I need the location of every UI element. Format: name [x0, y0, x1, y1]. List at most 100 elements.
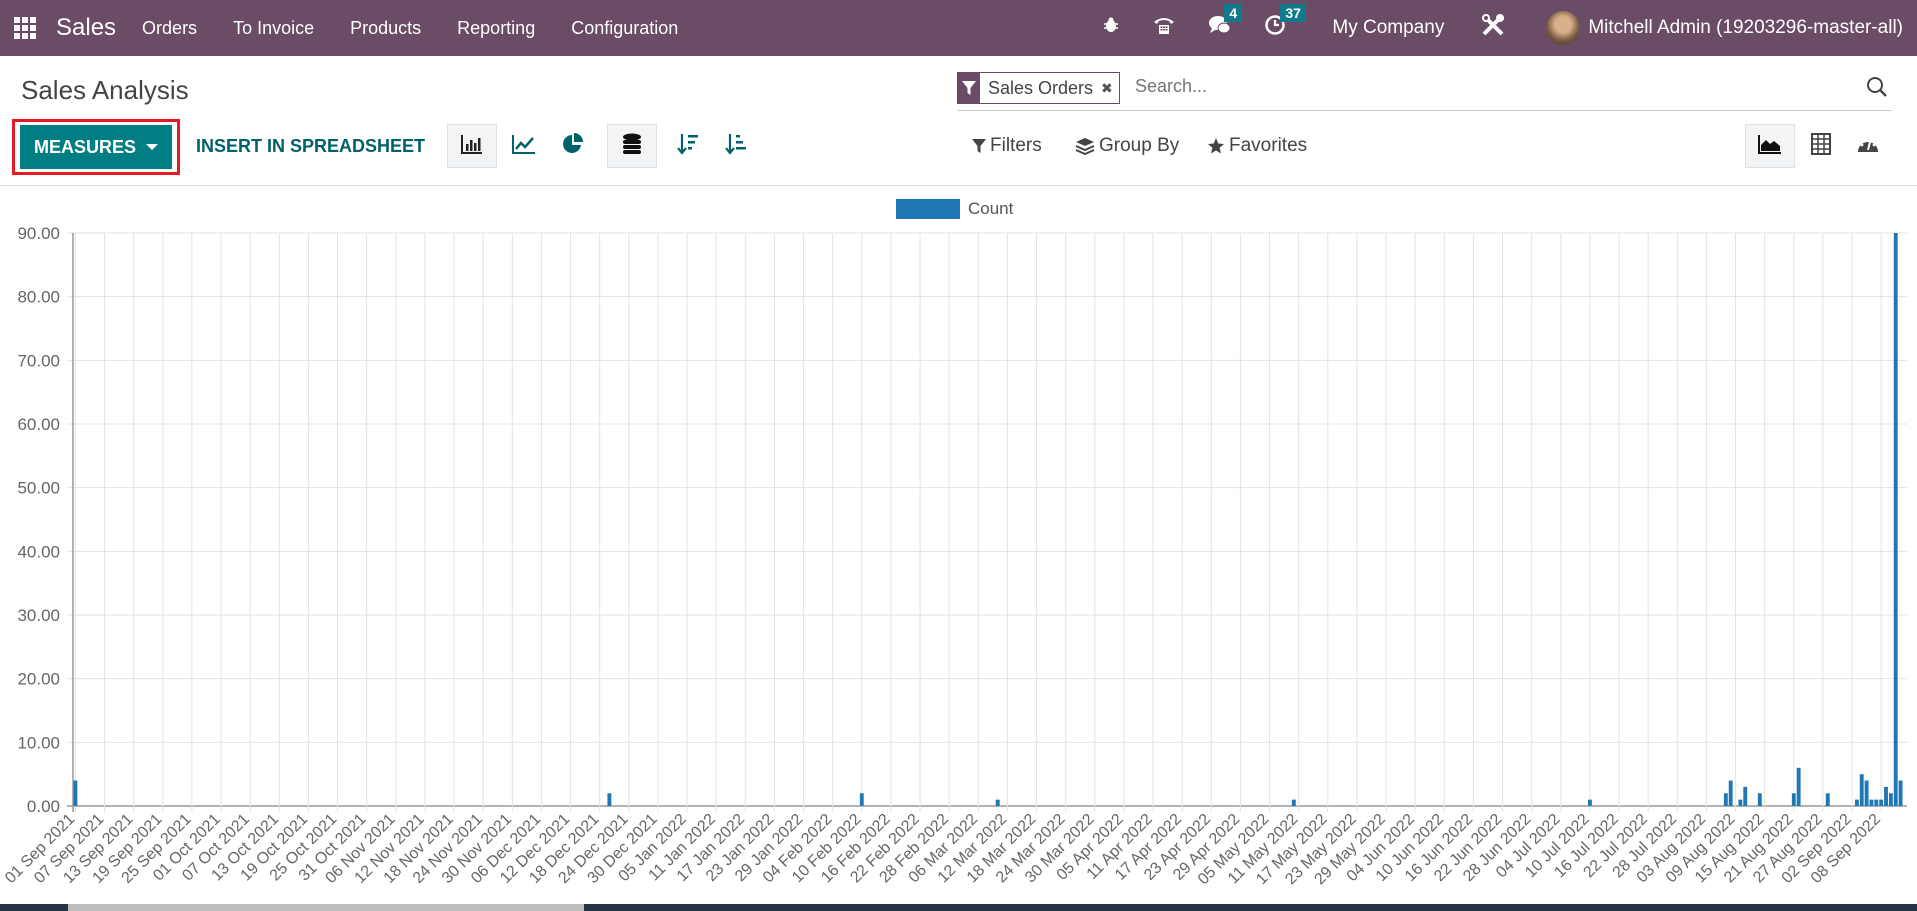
- favorites-label: Favorites: [1229, 135, 1308, 156]
- measures-label: MEASURES: [33, 136, 136, 157]
- bar: [607, 793, 612, 806]
- y-axis: 0.00 10.00 20.00 30.00 40.00 50.00 60.00 70.00 8…: [17, 224, 74, 816]
- bar: [73, 780, 78, 806]
- bar: [1888, 793, 1893, 806]
- group-by-label: Group By: [1099, 135, 1180, 156]
- y-tick-label: 90.00: [17, 224, 60, 243]
- bar: [1291, 799, 1296, 806]
- filters-label: Filters: [990, 135, 1042, 156]
- activities-count-badge: 37: [1280, 4, 1306, 22]
- menu-configuration[interactable]: Configuration: [571, 18, 678, 39]
- search-facet: Sales Orders ✖: [957, 72, 1120, 104]
- bar: [1884, 786, 1888, 806]
- line-chart-icon: [512, 134, 536, 159]
- bar: [1893, 233, 1898, 806]
- y-tick-label: 0.00: [27, 797, 60, 816]
- bar: [1791, 793, 1796, 806]
- pivot-view-button[interactable]: [1796, 124, 1846, 168]
- company-switcher[interactable]: My Company: [1332, 17, 1444, 39]
- y-tick-label: 10.00: [17, 733, 60, 752]
- dashboard-gauge-icon: [1856, 134, 1880, 159]
- chart-grid: [67, 232, 1907, 812]
- database-stack-icon: [622, 133, 642, 160]
- bar: [1728, 780, 1733, 806]
- control-panel-divider: [0, 185, 1917, 186]
- chart-legend[interactable]: Count: [896, 199, 1013, 219]
- y-tick-label: 20.00: [17, 670, 60, 689]
- bar-chart: 0.00 10.00 20.00 30.00 40.00 50.00 60.00 70.00 8…: [2, 224, 1907, 889]
- search-bar: Sales Orders ✖: [957, 72, 1892, 111]
- bar: [1723, 793, 1728, 806]
- star-icon: [1208, 138, 1224, 154]
- y-tick-label: 50.00: [17, 479, 60, 498]
- apps-menu-icon[interactable]: [14, 17, 36, 39]
- user-avatar[interactable]: [1546, 11, 1581, 45]
- y-tick-label: 70.00: [17, 351, 60, 370]
- y-tick-label: 40.00: [17, 542, 60, 561]
- line-chart-button[interactable]: [499, 124, 549, 168]
- phone-icon[interactable]: [1152, 14, 1176, 42]
- filter-icon: [958, 73, 980, 103]
- filter-icon: [972, 139, 986, 153]
- page-title: Sales Analysis: [21, 75, 189, 105]
- bar: [1757, 793, 1762, 806]
- bar: [1869, 799, 1874, 806]
- menu-orders[interactable]: Orders: [142, 18, 197, 39]
- bar: [1587, 799, 1592, 806]
- messages-icon[interactable]: 4: [1208, 4, 1243, 42]
- bar: [1796, 767, 1801, 806]
- sort-ascending-icon: [725, 133, 747, 160]
- menu-products[interactable]: Products: [350, 18, 421, 39]
- y-tick-label: 80.00: [17, 288, 60, 307]
- sort-descending-icon: [677, 133, 699, 160]
- menu-to-invoice[interactable]: To Invoice: [233, 18, 314, 39]
- x-axis: 01 Sep 202107 Sep 202113 Sep 202119 Sep …: [2, 811, 1884, 889]
- insert-in-spreadsheet-button[interactable]: INSERT IN SPREADSHEET: [196, 136, 425, 157]
- scrollbar-thumb[interactable]: [68, 904, 584, 911]
- app-name[interactable]: Sales: [56, 14, 116, 42]
- bar: [1898, 780, 1903, 806]
- user-menu[interactable]: Mitchell Admin (19203296-master-all): [1588, 17, 1903, 39]
- y-tick-label: 60.00: [17, 415, 60, 434]
- debug-bug-icon[interactable]: [1102, 16, 1120, 40]
- stacked-button[interactable]: [607, 124, 657, 168]
- pie-chart-button[interactable]: [548, 124, 598, 168]
- dashboard-view-button[interactable]: [1843, 124, 1893, 168]
- facet-label: Sales Orders: [988, 77, 1094, 98]
- search-icon[interactable]: [1866, 76, 1888, 103]
- favorites-button[interactable]: Favorites: [1207, 135, 1307, 157]
- top-navbar: Sales Orders To Invoice Products Reporti…: [0, 0, 1917, 56]
- legend-swatch-count: [896, 199, 960, 219]
- sort-descending-button[interactable]: [663, 124, 713, 168]
- menu-reporting[interactable]: Reporting: [457, 18, 535, 39]
- bar: [995, 799, 1000, 806]
- y-tick-label: 30.00: [17, 606, 60, 625]
- tools-icon[interactable]: [1480, 12, 1506, 44]
- bar-chart-button[interactable]: [447, 124, 497, 168]
- bar: [1738, 799, 1743, 806]
- area-chart-icon: [1758, 134, 1782, 159]
- bar: [1854, 799, 1859, 806]
- bar-chart-icon: [461, 134, 483, 159]
- filters-button[interactable]: Filters: [972, 135, 1042, 157]
- table-grid-icon: [1811, 132, 1831, 160]
- messages-count-badge: 4: [1224, 4, 1243, 22]
- bar: [1874, 799, 1879, 806]
- legend-label-count: Count: [968, 199, 1014, 218]
- sort-ascending-button[interactable]: [711, 124, 761, 168]
- bars: [73, 233, 1903, 806]
- search-input[interactable]: [1135, 76, 1735, 97]
- bar: [859, 793, 864, 806]
- bar: [1864, 780, 1869, 806]
- graph-view-button[interactable]: [1745, 124, 1795, 168]
- bar: [1825, 793, 1830, 806]
- measures-button[interactable]: MEASURES: [20, 125, 172, 169]
- bar: [1879, 799, 1884, 806]
- bar: [1859, 774, 1864, 806]
- caret-down-icon: [146, 144, 158, 150]
- layers-icon: [1075, 138, 1095, 155]
- remove-facet-icon[interactable]: ✖: [1101, 73, 1119, 103]
- activities-clock-icon[interactable]: 37: [1264, 4, 1306, 42]
- bar: [1743, 786, 1748, 806]
- group-by-button[interactable]: Group By: [1075, 135, 1179, 157]
